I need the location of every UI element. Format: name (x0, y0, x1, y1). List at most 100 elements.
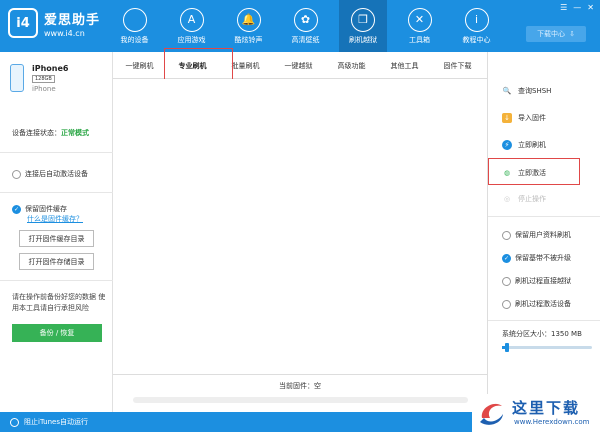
divider (0, 152, 113, 153)
partition-label: 系统分区大小： (502, 330, 551, 338)
device-capacity: 128GB (32, 75, 55, 83)
stop-icon: ◎ (503, 195, 511, 203)
slider-handle[interactable] (504, 343, 509, 352)
connection-status: 设备连接状态：正常模式 (12, 128, 89, 138)
highlight-box-activate (488, 158, 580, 185)
keep-cache-option[interactable]: ✓ 保留固件缓存 (12, 204, 67, 214)
import-icon: ↓ (502, 113, 512, 123)
divider (488, 216, 600, 217)
watermark-url: www.Herexdown.com (514, 418, 590, 426)
auto-activate-option[interactable]: 连接后自动激活设备 (12, 169, 88, 179)
tab-one-click-flash[interactable]: 一键刷机 (113, 52, 166, 79)
radio-unchecked (10, 417, 19, 427)
logo-mark: i4 (8, 8, 38, 38)
nav-label: 工具箱 (409, 35, 430, 44)
tab-one-click-jailbreak[interactable]: 一键越狱 (272, 52, 325, 79)
app-store-icon: A (179, 7, 204, 32)
flash-now-label: 立即刷机 (518, 141, 546, 149)
apple-icon (122, 7, 147, 32)
current-firmware-label: 当前固件：空 (279, 382, 321, 390)
download-icon: ⇩ (569, 30, 575, 38)
tools-icon: ✕ (407, 7, 432, 32)
partition-value: 1350 MB (551, 330, 582, 338)
option-label: 保留用户资料刷机 (515, 231, 571, 239)
nav-toolbox[interactable]: ✕ 工具箱 (398, 0, 441, 52)
download-center-label: 下载中心 (537, 30, 566, 38)
window-controls: ☰ — ✕ (560, 3, 594, 12)
check-icon: ✓ (12, 204, 21, 214)
device-name: iPhone6 (32, 64, 69, 73)
query-shsh-label: 查询SHSH (518, 87, 552, 95)
app-logo: i4 爱思助手 www.i4.cn (8, 8, 100, 38)
option-keep-user-data[interactable]: 保留用户资料刷机 (502, 230, 571, 240)
flash-now-button[interactable]: ⚡ 立即刷机 (502, 140, 546, 150)
block-itunes-label: 阻止iTunes自动运行 (24, 418, 88, 426)
nav-wallpapers[interactable]: ✿ 高清壁纸 (284, 0, 327, 52)
main-nav: 我的设备 A 应用游戏 🔔 酷炫铃声 ✿ 高清壁纸 ❒ 刷机越狱 ✕ 工具箱 i… (113, 0, 512, 52)
phone-icon (10, 64, 24, 92)
connection-label: 设备连接状态： (12, 129, 61, 137)
app-title: 爱思助手 (44, 12, 101, 28)
nav-label: 教程中心 (462, 35, 491, 44)
radio-unchecked (502, 276, 511, 286)
box-icon: ❒ (351, 7, 375, 32)
tab-firmware-download[interactable]: 固件下载 (431, 52, 484, 79)
nav-label: 我的设备 (120, 35, 149, 44)
nav-my-device[interactable]: 我的设备 (113, 0, 156, 52)
import-firmware-label: 导入固件 (518, 114, 546, 122)
radio-unchecked (502, 230, 511, 240)
bell-icon: 🔔 (236, 7, 261, 32)
nav-flash-jailbreak[interactable]: ❒ 刷机越狱 (339, 0, 387, 52)
watermark-text: 这里下载 (512, 399, 581, 417)
option-keep-baseband[interactable]: ✓ 保留基带不被升级 (502, 253, 571, 263)
option-jailbreak-during-flash[interactable]: 刷机过程直接越狱 (502, 276, 571, 286)
risk-note: 请在操作前备份好您的数据 使用本工具请自行承担风险 (12, 293, 106, 312)
import-firmware-button[interactable]: ↓ 导入固件 (502, 113, 546, 123)
option-label: 刷机过程激活设备 (515, 300, 571, 308)
nav-ringtones[interactable]: 🔔 酷炫铃声 (227, 0, 270, 52)
partition-size: 系统分区大小： 1350 MB (502, 329, 582, 339)
backup-restore-button[interactable]: 备份 / 恢复 (12, 324, 102, 342)
close-icon[interactable]: ✕ (587, 3, 594, 12)
top-bar: i4 爱思助手 www.i4.cn 我的设备 A 应用游戏 🔔 酷炫铃声 ✿ 高… (0, 0, 600, 52)
open-cache-dir-button[interactable]: 打开固件缓存目录 (19, 230, 94, 247)
highlight-box-tab (164, 48, 233, 83)
tab-other-tools[interactable]: 其他工具 (378, 52, 431, 79)
radio-unchecked (12, 169, 21, 179)
nav-label: 酷炫铃声 (234, 35, 263, 44)
block-itunes-option[interactable]: 阻止iTunes自动运行 (10, 417, 88, 427)
firmware-list-area (113, 79, 487, 374)
action-panel: 🔍 查询SHSH ↓ 导入固件 ⚡ 立即刷机 ◍ 立即激活 ◎ 停止操作 保留用… (487, 52, 600, 412)
nav-apps-games[interactable]: A 应用游戏 (170, 0, 213, 52)
nav-label: 高清壁纸 (291, 35, 320, 44)
connection-value: 正常模式 (61, 129, 89, 137)
what-is-cache-link[interactable]: 什么是固件缓存？ (27, 214, 83, 224)
divider (0, 192, 113, 193)
nav-label: 应用游戏 (177, 35, 206, 44)
check-icon: ✓ (502, 253, 511, 263)
menu-icon[interactable]: ☰ (560, 3, 567, 12)
stop-operation-button[interactable]: ◎ 停止操作 (502, 194, 546, 204)
download-center-button[interactable]: 下载中心 ⇩ (526, 26, 586, 42)
nav-label: 刷机越狱 (349, 35, 377, 44)
partition-size-slider[interactable] (502, 343, 592, 352)
device-type: iPhone (32, 85, 56, 93)
flash-icon: ⚡ (502, 140, 512, 150)
divider (488, 320, 600, 321)
tab-advanced[interactable]: 高级功能 (325, 52, 378, 79)
query-shsh-button[interactable]: 🔍 查询SHSH (502, 86, 552, 96)
divider (0, 280, 113, 281)
keep-cache-label: 保留固件缓存 (25, 205, 67, 213)
option-label: 刷机过程直接越狱 (515, 277, 571, 285)
site-watermark: 这里下载 www.Herexdown.com (472, 394, 600, 432)
minimize-icon[interactable]: — (573, 3, 581, 12)
device-card: iPhone6 128GB iPhone (10, 64, 68, 93)
app-url: www.i4.cn (44, 28, 85, 38)
stop-operation-label: 停止操作 (518, 195, 546, 203)
info-icon: i (464, 7, 489, 32)
auto-activate-label: 连接后自动激活设备 (25, 170, 88, 178)
option-activate-during-flash[interactable]: 刷机过程激活设备 (502, 299, 571, 309)
nav-tutorials[interactable]: i 教程中心 (455, 0, 498, 52)
device-panel: iPhone6 128GB iPhone 设备连接状态：正常模式 连接后自动激活… (0, 52, 113, 412)
open-storage-dir-button[interactable]: 打开固件存储目录 (19, 253, 94, 270)
